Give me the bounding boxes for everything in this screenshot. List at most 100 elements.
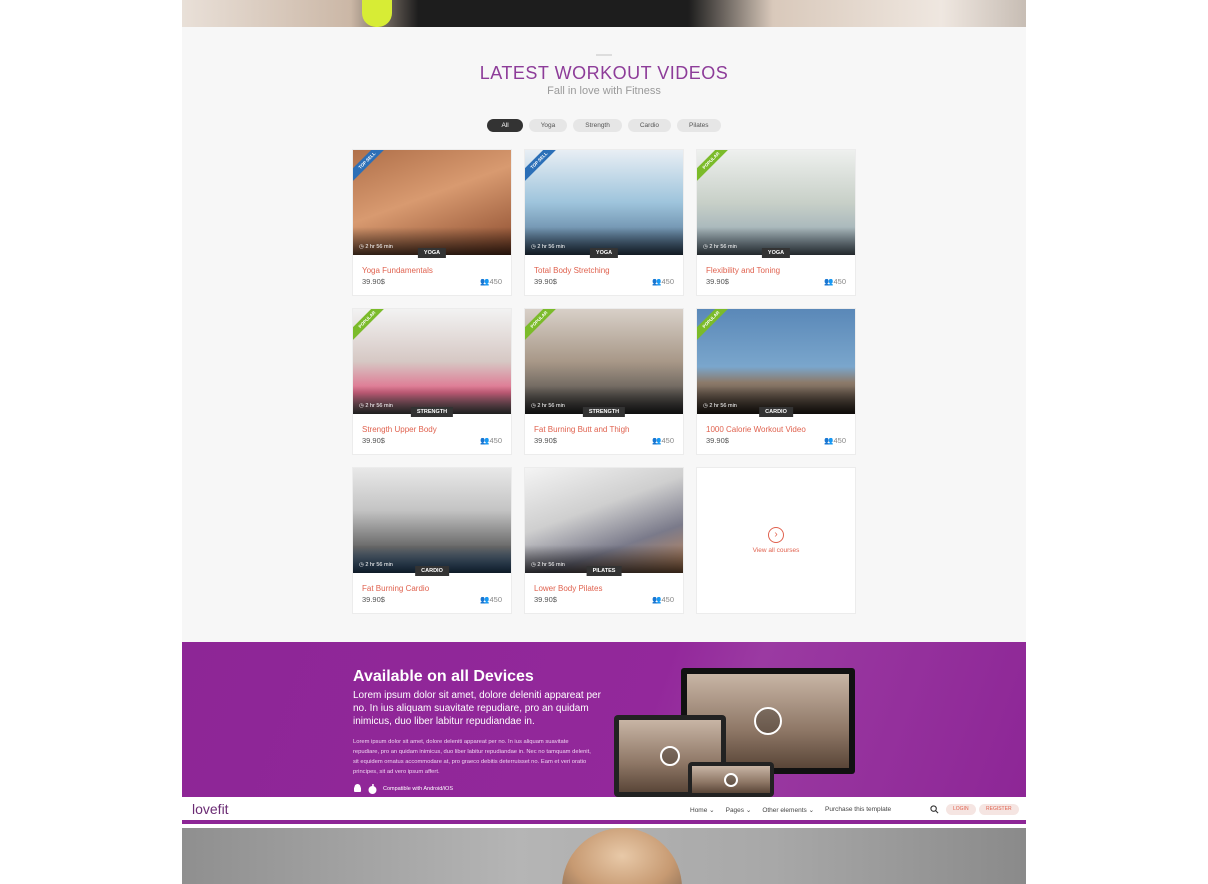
page: LATEST WORKOUT VIDEOS Fall in love with … xyxy=(0,0,1208,884)
filter-strength[interactable]: Strength xyxy=(573,119,622,132)
clock-icon: ◷ xyxy=(531,562,536,568)
course-grid: TOP SELL ◷ 2 hr 56 min YOGA Yoga Fundame… xyxy=(352,149,856,614)
course-price: 39.90$ xyxy=(534,436,557,445)
course-thumbnail[interactable]: ◷ 2 hr 56 min xyxy=(353,468,511,573)
apple-icon xyxy=(368,784,377,794)
chevron-right-icon[interactable]: › xyxy=(768,527,784,543)
play-icon[interactable] xyxy=(724,772,738,787)
category-badge: YOGA xyxy=(417,248,447,258)
course-card[interactable]: ◷ 2 hr 56 min CARDIO Fat Burning Cardio … xyxy=(352,467,512,614)
logo[interactable]: lovefit xyxy=(192,801,229,817)
category-badge: CARDIO xyxy=(759,407,793,417)
course-title[interactable]: Strength Upper Body xyxy=(362,425,437,434)
course-thumbnail[interactable]: ◷ 2 hr 56 min xyxy=(525,468,683,573)
register-button[interactable]: REGISTER xyxy=(979,804,1019,815)
nav-home[interactable]: Home ⌄ xyxy=(690,806,715,814)
student-count: 👥450 xyxy=(652,436,674,445)
course-thumbnail[interactable]: POPULAR ◷ 2 hr 56 min xyxy=(697,150,855,255)
ribbon-badge: POPULAR xyxy=(697,309,734,343)
view-all-link[interactable]: View all courses xyxy=(753,547,800,554)
course-price: 39.90$ xyxy=(706,436,729,445)
course-price: 39.90$ xyxy=(534,277,557,286)
student-count: 👥450 xyxy=(824,277,846,286)
course-card[interactable]: TOP SELL ◷ 2 hr 56 min YOGA Yoga Fundame… xyxy=(352,149,512,296)
filter-cardio[interactable]: Cardio xyxy=(627,119,672,132)
duration-label: ◷ 2 hr 56 min xyxy=(531,244,565,250)
category-badge: STRENGTH xyxy=(582,407,626,417)
course-thumbnail[interactable]: POPULAR ◷ 2 hr 56 min xyxy=(697,309,855,414)
duration-label: ◷ 2 hr 56 min xyxy=(703,403,737,409)
course-thumbnail[interactable]: TOP SELL ◷ 2 hr 56 min xyxy=(525,150,683,255)
student-count: 👥450 xyxy=(480,277,502,286)
play-icon[interactable] xyxy=(754,707,782,735)
course-thumbnail[interactable]: TOP SELL ◷ 2 hr 56 min xyxy=(353,150,511,255)
category-badge: PILATES xyxy=(586,566,622,576)
clock-icon: ◷ xyxy=(703,403,708,409)
duration-label: ◷ 2 hr 56 min xyxy=(703,244,737,250)
course-title[interactable]: Total Body Stretching xyxy=(534,266,610,275)
clock-icon: ◷ xyxy=(359,244,364,250)
course-price: 39.90$ xyxy=(362,595,385,604)
filter-yoga[interactable]: Yoga xyxy=(528,119,568,132)
student-count: 👥450 xyxy=(480,436,502,445)
student-count: 👥450 xyxy=(652,595,674,604)
nav-purchase[interactable]: Purchase this template xyxy=(825,806,891,814)
course-card[interactable]: POPULAR ◷ 2 hr 56 min YOGA Flexibility a… xyxy=(696,149,856,296)
compat-text: Compatible with Android/iOS xyxy=(383,786,454,792)
nav-pages[interactable]: Pages ⌄ xyxy=(726,806,752,814)
duration-label: ◷ 2 hr 56 min xyxy=(531,403,565,409)
search-icon[interactable] xyxy=(930,805,939,814)
category-badge: STRENGTH xyxy=(410,407,454,417)
course-card[interactable]: POPULAR ◷ 2 hr 56 min CARDIO 1000 Calori… xyxy=(696,308,856,455)
hero-image-top xyxy=(182,0,1026,27)
clock-icon: ◷ xyxy=(359,562,364,568)
course-title[interactable]: 1000 Calorie Workout Video xyxy=(706,425,806,434)
filter-all[interactable]: All xyxy=(487,119,523,132)
course-card[interactable]: TOP SELL ◷ 2 hr 56 min YOGA Total Body S… xyxy=(524,149,684,296)
student-count: 👥450 xyxy=(652,277,674,286)
course-title[interactable]: Fat Burning Butt and Thigh xyxy=(534,425,629,434)
filter-pilates[interactable]: Pilates xyxy=(677,119,721,132)
course-card[interactable]: ◷ 2 hr 56 min PILATES Lower Body Pilates… xyxy=(524,467,684,614)
chevron-down-icon: ⌄ xyxy=(709,807,715,814)
student-count: 👥450 xyxy=(824,436,846,445)
android-icon xyxy=(354,784,361,792)
course-title[interactable]: Fat Burning Cardio xyxy=(362,584,429,593)
duration-label: ◷ 2 hr 56 min xyxy=(359,244,393,250)
course-title[interactable]: Yoga Fundamentals xyxy=(362,266,433,275)
play-icon[interactable] xyxy=(660,746,680,766)
course-price: 39.90$ xyxy=(362,436,385,445)
devices-title: Available on all Devices xyxy=(353,668,534,685)
course-card[interactable]: POPULAR ◷ 2 hr 56 min STRENGTH Fat Burni… xyxy=(524,308,684,455)
nav-other-elements[interactable]: Other elements ⌄ xyxy=(762,806,814,814)
devices-body: Lorem ipsum dolor sit amet, dolore delen… xyxy=(353,739,591,775)
category-filters: All Yoga Strength Cardio Pilates xyxy=(182,119,1026,132)
clock-icon: ◷ xyxy=(531,244,536,250)
clock-icon: ◷ xyxy=(531,403,536,409)
devices-band: Available on all Devices Lorem ipsum dol… xyxy=(182,642,1026,797)
view-all-courses-card[interactable]: › View all courses xyxy=(696,467,856,614)
chevron-down-icon: ⌄ xyxy=(745,807,752,814)
course-card[interactable]: POPULAR ◷ 2 hr 56 min STRENGTH Strength … xyxy=(352,308,512,455)
course-price: 39.90$ xyxy=(706,277,729,286)
chevron-down-icon: ⌄ xyxy=(808,807,815,814)
course-thumbnail[interactable]: POPULAR ◷ 2 hr 56 min xyxy=(353,309,511,414)
course-thumbnail[interactable]: POPULAR ◷ 2 hr 56 min xyxy=(525,309,683,414)
ribbon-badge: TOP SELL xyxy=(525,150,562,184)
course-title[interactable]: Lower Body Pilates xyxy=(534,584,602,593)
section-title: LATEST WORKOUT VIDEOS xyxy=(479,63,729,83)
compat-row: Compatible with Android/iOS xyxy=(353,784,453,794)
course-title[interactable]: Flexibility and Toning xyxy=(706,266,780,275)
ribbon-badge: POPULAR xyxy=(525,309,562,343)
section-divider xyxy=(596,54,612,56)
navbar: lovefit Home ⌄ Pages ⌄ Other elements ⌄ … xyxy=(182,797,1026,824)
ribbon-badge: POPULAR xyxy=(353,309,390,343)
student-count: 👥450 xyxy=(480,595,502,604)
login-button[interactable]: LOGIN xyxy=(946,804,976,815)
nav-menu: Home ⌄ Pages ⌄ Other elements ⌄ Purchase… xyxy=(690,806,891,814)
category-badge: YOGA xyxy=(589,248,619,258)
course-price: 39.90$ xyxy=(534,595,557,604)
ribbon-badge: POPULAR xyxy=(697,150,734,184)
category-badge: YOGA xyxy=(761,248,791,258)
clock-icon: ◷ xyxy=(359,403,364,409)
